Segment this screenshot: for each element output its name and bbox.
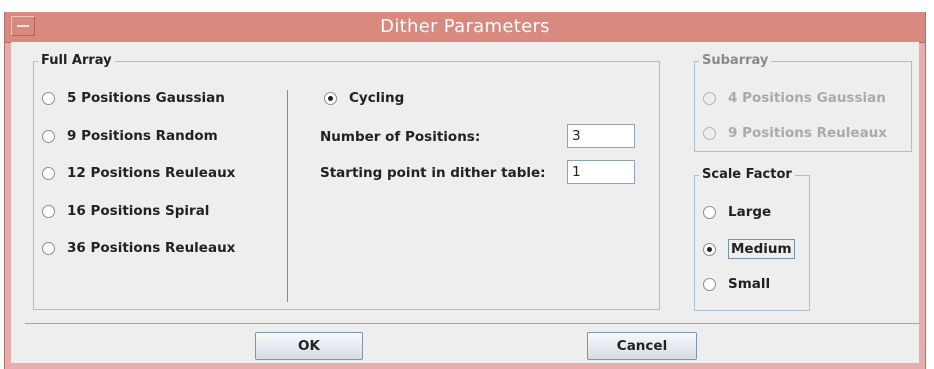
radio-36-positions-reuleaux[interactable]: 36 Positions Reuleaux [42,240,235,256]
radio-cycling[interactable]: Cycling [324,90,404,106]
radio-button-icon[interactable] [703,126,716,140]
radio-4-positions-gaussian[interactable]: 4 Positions Gaussian [703,90,886,106]
radio-label: 4 Positions Gaussian [728,90,886,106]
radio-button-icon[interactable] [703,205,716,219]
starting-point-input[interactable] [567,160,635,184]
radio-9-positions-reuleaux[interactable]: 9 Positions Reuleaux [703,125,887,141]
radio-label: Small [728,276,771,292]
radio-large[interactable]: Large [703,204,771,220]
radio-12-positions-reuleaux[interactable]: 12 Positions Reuleaux [42,165,235,181]
radio-label: 9 Positions Random [67,128,218,144]
radio-label: 16 Positions Spiral [67,203,210,219]
radio-label: Large [728,204,772,220]
radio-button-icon[interactable] [42,129,55,143]
radio-button-icon[interactable] [42,91,55,105]
number-of-positions-label: Number of Positions: [320,129,481,145]
radio-button-icon[interactable] [703,242,716,256]
scale-factor-legend: Scale Factor [699,167,795,182]
radio-button-icon[interactable] [42,204,55,218]
radio-16-positions-spiral[interactable]: 16 Positions Spiral [42,203,209,219]
cancel-button[interactable]: Cancel [587,332,697,360]
radio-button-icon[interactable] [42,166,55,180]
dialog-content: Full Array 5 Positions Gaussian 9 Positi… [11,42,919,363]
radio-button-icon[interactable] [324,91,337,105]
vertical-divider [287,90,288,302]
radio-label: Medium [728,239,795,259]
starting-point-label: Starting point in dither table: [320,165,546,181]
radio-5-positions-gaussian[interactable]: 5 Positions Gaussian [42,90,225,106]
ok-button[interactable]: OK [255,332,363,360]
number-of-positions-input[interactable] [567,124,635,148]
radio-label: 9 Positions Reuleaux [728,125,888,141]
radio-button-icon[interactable] [42,241,55,255]
title-bar[interactable]: Dither Parameters [5,12,925,43]
scale-factor-group: Scale Factor Large Medium Small [694,167,810,311]
radio-9-positions-random[interactable]: 9 Positions Random [42,128,218,144]
subarray-legend: Subarray [699,53,772,68]
full-array-group: Full Array 5 Positions Gaussian 9 Positi… [33,53,660,310]
radio-medium[interactable]: Medium [703,239,795,259]
radio-button-icon[interactable] [703,91,716,105]
window-title: Dither Parameters [380,16,550,37]
radio-label: 5 Positions Gaussian [67,90,225,106]
radio-button-icon[interactable] [703,277,716,291]
radio-label: 12 Positions Reuleaux [67,165,236,181]
radio-small[interactable]: Small [703,276,770,292]
button-divider [25,323,919,324]
subarray-group: Subarray 4 Positions Gaussian 9 Position… [694,53,912,152]
radio-label: Cycling [349,90,405,106]
radio-label: 36 Positions Reuleaux [67,240,236,256]
dialog-window: Dither Parameters Full Array 5 Positions… [4,12,926,369]
full-array-legend: Full Array [38,53,115,68]
